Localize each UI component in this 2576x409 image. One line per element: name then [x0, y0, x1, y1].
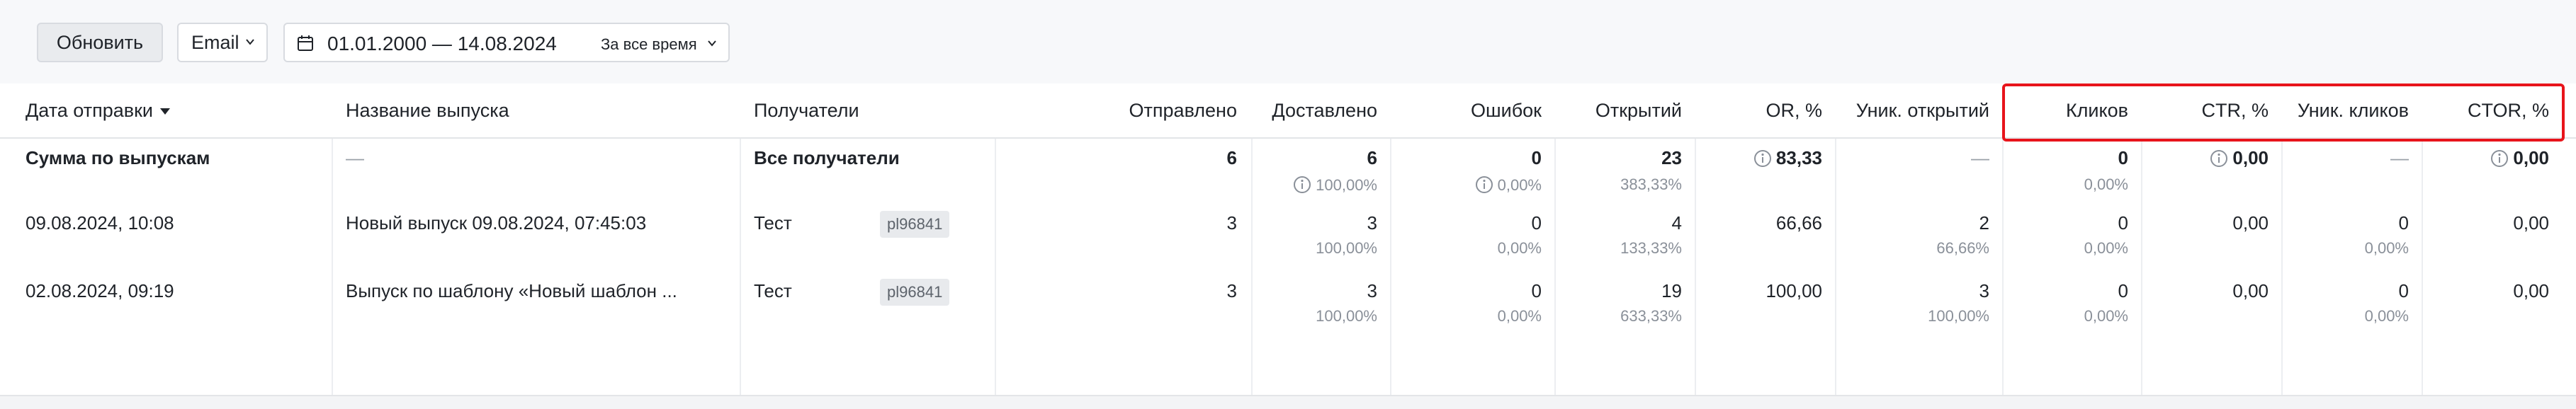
- row-unique-opens: 2: [1979, 212, 1989, 234]
- row-ctor-value: 0,00: [2513, 147, 2549, 168]
- row-date: Сумма по выпускам: [26, 147, 210, 168]
- row-opens: 4: [1671, 212, 1682, 234]
- channel-select-value: Email: [191, 31, 239, 53]
- header-recipients[interactable]: Получатели: [754, 83, 988, 137]
- row-clicks: 0: [2118, 212, 2128, 234]
- row-date: 02.08.2024, 09:19: [26, 280, 174, 301]
- info-icon[interactable]: [2490, 149, 2509, 168]
- date-range-value: 01.01.2000 — 14.08.2024: [327, 33, 557, 54]
- header-sent[interactable]: Отправлено: [995, 83, 1237, 137]
- row-or-value: 83,33: [1775, 147, 1822, 168]
- row-unique-opens: 3: [1979, 280, 1989, 301]
- row-clicks-pct: 0,00%: [2084, 175, 2128, 193]
- row-unique-clicks: 0: [2398, 280, 2409, 301]
- row-clicks-pct: 0,00%: [2084, 239, 2128, 257]
- info-icon[interactable]: [1753, 149, 1772, 168]
- row-errors: 0: [1531, 212, 1542, 234]
- row-delivered-pct-value: 100,00%: [1316, 176, 1377, 194]
- row-delivered-pct: 100,00%: [1316, 307, 1377, 325]
- header-errors[interactable]: Ошибок: [1390, 83, 1542, 137]
- row-unique-clicks: 0: [2398, 212, 2409, 234]
- sort-desc-icon: [159, 108, 170, 115]
- row-opens-pct: 383,33%: [1620, 175, 1682, 193]
- mailings-table: Дата отправки Название выпуска Получател…: [0, 83, 2576, 395]
- row-opens: 19: [1661, 280, 1682, 301]
- refresh-button[interactable]: Обновить: [37, 23, 163, 62]
- table-header-row: Дата отправки Название выпуска Получател…: [0, 83, 2576, 139]
- row-opens-pct: 633,33%: [1620, 307, 1682, 325]
- row-or: 83,33: [1695, 147, 1822, 169]
- row-ctor: 0,00: [2513, 280, 2549, 301]
- header-unique-opens[interactable]: Уник. открытий: [1835, 83, 1989, 137]
- row-clicks-pct: 0,00%: [2084, 307, 2128, 325]
- info-icon[interactable]: [1293, 175, 1311, 194]
- period-preset: За все время: [601, 35, 697, 53]
- row-sent: 6: [1226, 147, 1237, 168]
- row-recipients: Тест: [754, 280, 792, 301]
- row-ctr: 0,00: [2232, 280, 2269, 301]
- row-delivered: 6: [1367, 147, 1377, 168]
- row-delivered: 3: [1367, 212, 1377, 234]
- row-opens-pct: 133,33%: [1620, 239, 1682, 257]
- header-name[interactable]: Название выпуска: [346, 83, 728, 137]
- header-date-label: Дата отправки: [26, 100, 153, 121]
- header-opens[interactable]: Открытий: [1554, 83, 1682, 137]
- info-icon[interactable]: [1475, 175, 1493, 194]
- row-sent: 3: [1226, 212, 1237, 234]
- row-errors-pct: 0,00%: [1390, 175, 1542, 195]
- row-errors: 0: [1531, 280, 1542, 301]
- row-ctr-value: 0,00: [2232, 147, 2269, 168]
- row-name[interactable]: Выпуск по шаблону «Новый шаблон ...: [346, 280, 677, 302]
- row-unique-clicks-pct: 0,00%: [2364, 239, 2409, 257]
- header-or[interactable]: OR, %: [1695, 83, 1822, 137]
- header-delivered[interactable]: Доставлено: [1251, 83, 1377, 137]
- row-errors-pct: 0,00%: [1497, 239, 1542, 257]
- row-date: 09.08.2024, 10:08: [26, 212, 174, 234]
- row-unique-opens: —: [1971, 147, 1989, 168]
- row-delivered: 3: [1367, 280, 1377, 301]
- calendar-icon: [298, 35, 313, 51]
- row-ctor: 0,00: [2513, 212, 2549, 234]
- header-clicks[interactable]: Кликов: [2002, 83, 2128, 137]
- row-delivered-pct: 100,00%: [1251, 175, 1377, 195]
- row-errors-pct: 0,00%: [1497, 307, 1542, 325]
- row-clicks: 0: [2118, 147, 2128, 168]
- recipient-tag: pl96841: [880, 211, 950, 238]
- chevron-down-icon: [708, 40, 716, 47]
- row-or: 66,66: [1775, 212, 1822, 234]
- info-icon[interactable]: [2210, 149, 2228, 168]
- header-ctr[interactable]: CTR, %: [2141, 83, 2269, 137]
- header-date[interactable]: Дата отправки: [26, 83, 323, 137]
- row-sent: 3: [1226, 280, 1237, 301]
- row-recipients: Тест: [754, 212, 792, 234]
- row-unique-opens-pct: 66,66%: [1936, 239, 1989, 257]
- row-unique-opens-pct: 100,00%: [1928, 307, 1989, 325]
- row-or: 100,00: [1766, 280, 1822, 301]
- table-footer: [0, 395, 2576, 409]
- row-recipients: Все получатели: [754, 147, 900, 168]
- row-delivered-pct: 100,00%: [1316, 239, 1377, 257]
- row-unique-clicks: —: [2390, 147, 2409, 168]
- row-unique-clicks-pct: 0,00%: [2364, 307, 2409, 325]
- date-range-picker[interactable]: 01.01.2000 — 14.08.2024 За все время: [283, 23, 730, 62]
- row-clicks: 0: [2118, 280, 2128, 301]
- header-ctor[interactable]: CTOR, %: [2422, 83, 2549, 137]
- row-name[interactable]: Новый выпуск 09.08.2024, 07:45:03: [346, 212, 646, 234]
- row-ctr: 0,00: [2232, 212, 2269, 234]
- row-errors: 0: [1531, 147, 1542, 168]
- chevron-down-icon: [246, 39, 254, 45]
- channel-select[interactable]: Email: [177, 23, 268, 62]
- row-ctor: 0,00: [2422, 147, 2549, 169]
- recipient-tag: pl96841: [880, 279, 950, 306]
- row-opens: 23: [1661, 147, 1682, 168]
- row-ctr: 0,00: [2141, 147, 2269, 169]
- header-unique-clicks[interactable]: Уник. кликов: [2281, 83, 2409, 137]
- row-errors-pct-value: 0,00%: [1497, 176, 1542, 194]
- row-name: —: [346, 147, 364, 168]
- toolbar: Обновить Email 01.01.2000 — 14.08.2024 З…: [0, 0, 2576, 85]
